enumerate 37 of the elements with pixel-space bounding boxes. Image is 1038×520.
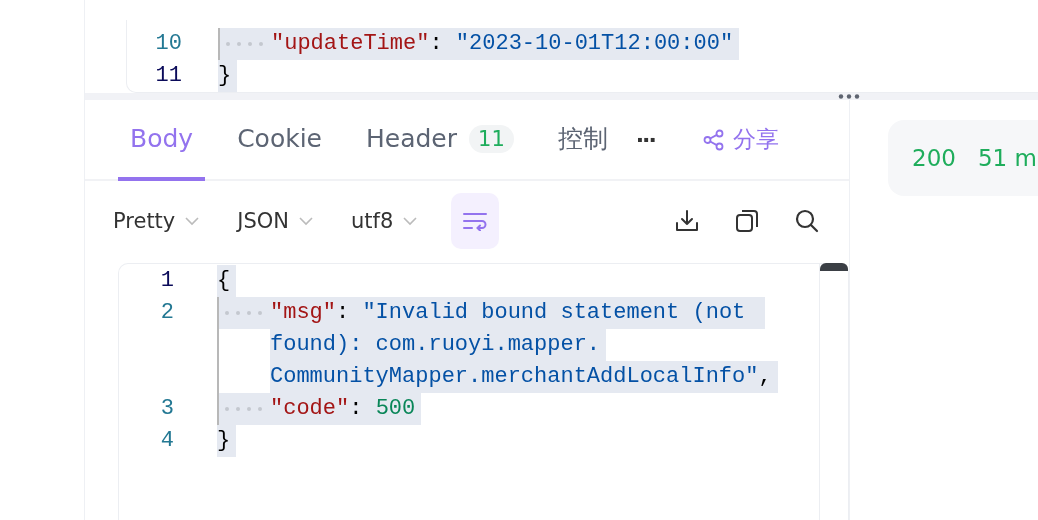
response-time: 51 m [977, 145, 1037, 171]
line-number: 1 [159, 267, 174, 295]
format-dropdown[interactable]: utf8 [347, 205, 422, 237]
format-dropdown[interactable]: JSON [233, 205, 318, 237]
line-number: 2 [159, 299, 174, 327]
tab[interactable]: 控制 [545, 100, 620, 181]
share-icon [702, 128, 725, 151]
code-text: "msg": "Invalid bound statement (not [270, 297, 765, 329]
tab[interactable]: Body [118, 100, 206, 181]
code-text: } [217, 425, 237, 457]
code-text: "updateTime": "2023-10-01T12:00:00" [271, 28, 740, 60]
scrollbar[interactable] [819, 264, 848, 520]
share-button[interactable]: 分享 [696, 123, 785, 156]
format-dropdown[interactable]: Pretty [109, 205, 204, 237]
code-text: found): com.ruoyi.mapper. [270, 329, 607, 361]
copy-icon [734, 208, 760, 234]
chevron-icon [185, 216, 200, 226]
drag-handle-icon[interactable] [838, 94, 860, 99]
chevron-icon [299, 216, 314, 226]
code-text: "code": 500 [270, 393, 422, 425]
status-code: 200 [912, 145, 956, 171]
line-number: 11 [154, 62, 182, 90]
more-button[interactable]: ··· [629, 127, 661, 152]
tab[interactable]: Header 11 [354, 100, 526, 181]
wrap-toggle[interactable] [451, 193, 500, 249]
count-badge: 11 [469, 124, 514, 153]
line-number: 4 [159, 427, 174, 455]
code-text: { [217, 265, 237, 297]
download-icon [674, 208, 700, 234]
line-number: 10 [154, 30, 182, 58]
search-icon [794, 208, 820, 234]
tab[interactable]: Cookie [225, 100, 334, 181]
code-text: } [218, 60, 238, 92]
line-number: 3 [159, 395, 174, 423]
wrap-icon [462, 211, 489, 231]
code-text: CommunityMapper.merchantAddLocalInfo", [270, 361, 778, 393]
chevron-icon [403, 216, 418, 226]
